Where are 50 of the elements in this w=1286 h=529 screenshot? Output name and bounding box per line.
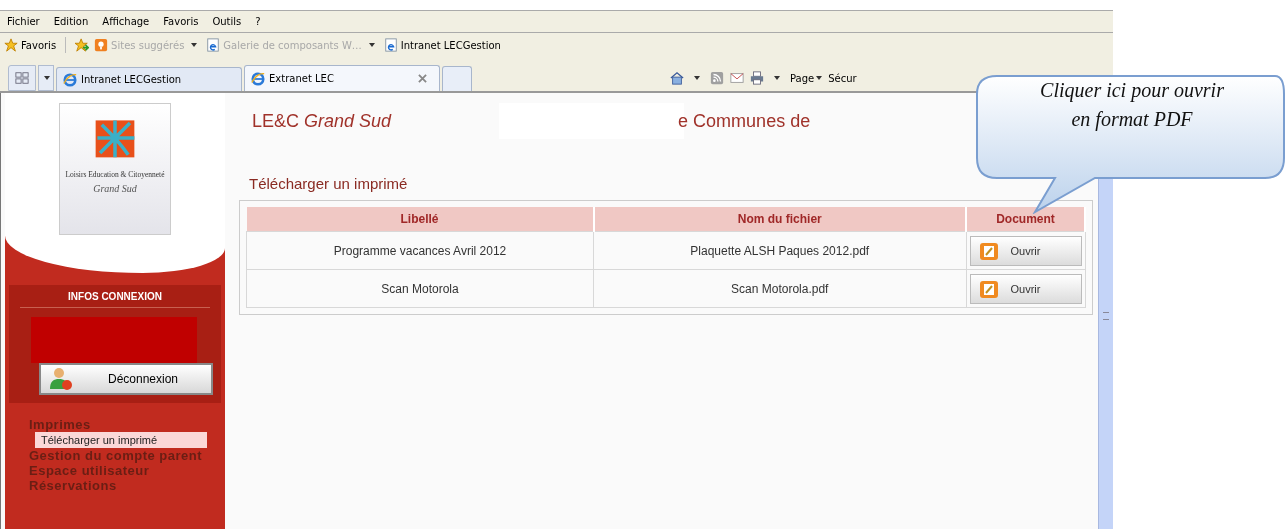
callout-text: Cliquer ici pour ouvrir en format PDF: [1039, 78, 1225, 133]
add-favorite-icon[interactable]: [75, 38, 90, 52]
site-subtitle: e Communes de: [678, 110, 811, 132]
table-cell: Scan Motorola.pdf: [593, 269, 966, 308]
printer-icon[interactable]: [750, 71, 764, 85]
caret-icon[interactable]: [694, 76, 700, 80]
menu-item[interactable]: Affichage: [102, 16, 150, 27]
close-icon[interactable]: [418, 74, 427, 83]
logo-subtitle: Grand Sud: [93, 183, 137, 194]
column-header: Document: [966, 207, 1085, 232]
feed-icon[interactable]: [710, 71, 724, 85]
column-header: Libellé: [246, 207, 594, 232]
menu-item[interactable]: Outils: [212, 16, 242, 27]
mail-icon[interactable]: [730, 71, 744, 85]
menu-item[interactable]: ?: [255, 16, 261, 27]
browser-tab[interactable]: Intranet LECGestion: [56, 67, 242, 91]
table-cell: Programme vacances Avril 2012: [246, 231, 594, 270]
favorites-link[interactable]: Intranet LECGestion: [383, 38, 501, 52]
scroll-thumb-grip[interactable]: [1103, 312, 1109, 320]
tab-list-button[interactable]: [38, 65, 54, 91]
nav-item[interactable]: Télécharger un imprimé: [35, 432, 207, 448]
grid-icon: [15, 71, 29, 85]
menu-item[interactable]: Favoris: [163, 16, 199, 27]
page-icon: [206, 38, 221, 52]
edit-document-icon: [978, 278, 999, 299]
menu-item[interactable]: Edition: [53, 16, 89, 27]
table-cell: Plaquette ALSH Paques 2012.pdf: [593, 231, 966, 270]
edit-document-icon: [978, 240, 999, 261]
page-title: Télécharger un imprimé: [248, 174, 409, 194]
star-icon: [4, 38, 18, 52]
caret-icon[interactable]: [774, 76, 780, 80]
safety-menu[interactable]: Sécur: [828, 72, 857, 84]
menu-item[interactable]: Fichier: [7, 16, 40, 27]
open-button[interactable]: Ouvrir: [969, 273, 1082, 304]
site-title: LE&C Grand Sud: [252, 110, 392, 132]
panel-title: INFOS CONNEXION: [20, 291, 210, 308]
home-icon[interactable]: [670, 71, 684, 85]
favorites-button[interactable]: Favoris: [4, 38, 57, 52]
browser-logo-icon: [63, 72, 77, 87]
browser-tab[interactable]: Extranet LEC: [244, 65, 440, 91]
page-icon: [383, 38, 398, 52]
browser-logo-icon: [251, 71, 265, 86]
table-cell: Scan Motorola: [246, 269, 594, 308]
new-tab-button[interactable]: [442, 66, 472, 91]
open-button[interactable]: Ouvrir: [969, 235, 1082, 266]
lightbulb-icon: [94, 38, 109, 52]
logout-button[interactable]: Déconnexion: [39, 363, 213, 395]
column-header: Nom du fichier: [593, 207, 966, 232]
page-menu[interactable]: Page: [790, 72, 823, 84]
user-icon: [49, 367, 73, 391]
